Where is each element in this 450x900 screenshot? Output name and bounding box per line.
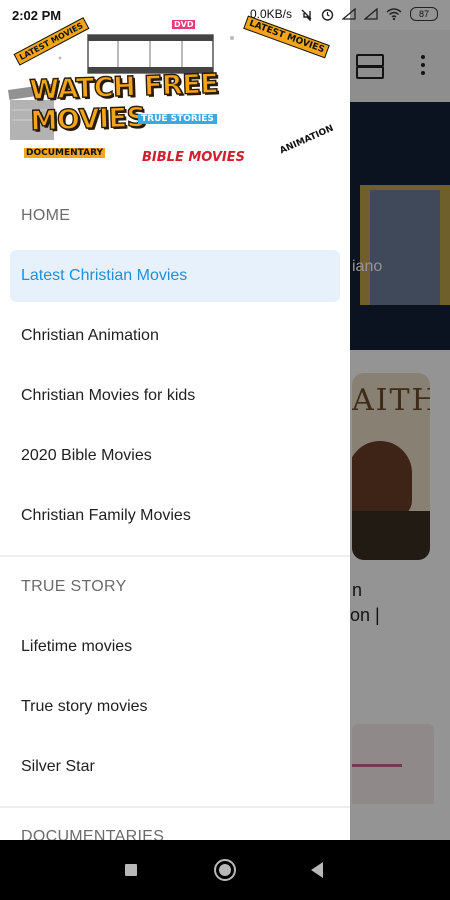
- logo-tag-documentary: DOCUMENTARY: [24, 148, 106, 158]
- signal-icon: [364, 8, 378, 20]
- section-label-home: HOME: [21, 207, 71, 224]
- status-bar: 2:02 PM 0.0KB/s 87: [0, 0, 450, 30]
- status-icons: 0.0KB/s 87: [250, 7, 438, 21]
- film-strip-graphic: [87, 34, 214, 74]
- mute-icon: [301, 9, 312, 21]
- menu-item-christian-animation[interactable]: Christian Animation: [10, 310, 340, 362]
- logo-tag-bible-movies: BIBLE MOVIES: [142, 150, 246, 165]
- drawer-header-logo: WATCH FREE MOVIES LATEST MOVIES LATEST M…: [0, 10, 350, 170]
- signal-icon: [342, 8, 356, 20]
- status-time: 2:02 PM: [12, 8, 62, 23]
- menu-item-true-story-movies[interactable]: True story movies: [10, 681, 340, 733]
- menu-item-silver-star[interactable]: Silver Star: [10, 741, 340, 793]
- section-divider: [0, 555, 350, 557]
- section-label-true-story: TRUE STORY: [21, 578, 127, 595]
- navigation-drawer: WATCH FREE MOVIES LATEST MOVIES LATEST M…: [0, 0, 350, 840]
- logo-title: WATCH FREE MOVIES: [28, 68, 219, 138]
- menu-item-christian-movies-for-kids[interactable]: Christian Movies for kids: [10, 370, 340, 422]
- battery-icon: 87: [410, 7, 438, 21]
- menu-item-christian-family-movies[interactable]: Christian Family Movies: [10, 490, 340, 542]
- section-label-documentaries: DOCUMENTARIES: [21, 828, 165, 840]
- wifi-icon: [386, 8, 402, 20]
- menu-item-lifetime-movies[interactable]: Lifetime movies: [10, 621, 340, 673]
- menu-item-latest-christian-movies[interactable]: Latest Christian Movies: [10, 250, 340, 302]
- recents-icon[interactable]: [125, 864, 137, 876]
- back-icon[interactable]: [311, 862, 323, 878]
- section-divider: [0, 806, 350, 808]
- logo-tag-true-stories: TRUE STORIES: [138, 114, 217, 124]
- alarm-icon: [321, 8, 334, 21]
- menu-item-2020-bible-movies[interactable]: 2020 Bible Movies: [10, 430, 340, 482]
- home-icon[interactable]: [214, 859, 236, 881]
- network-speed: 0.0KB/s: [249, 7, 292, 21]
- system-nav-bar: [0, 840, 450, 900]
